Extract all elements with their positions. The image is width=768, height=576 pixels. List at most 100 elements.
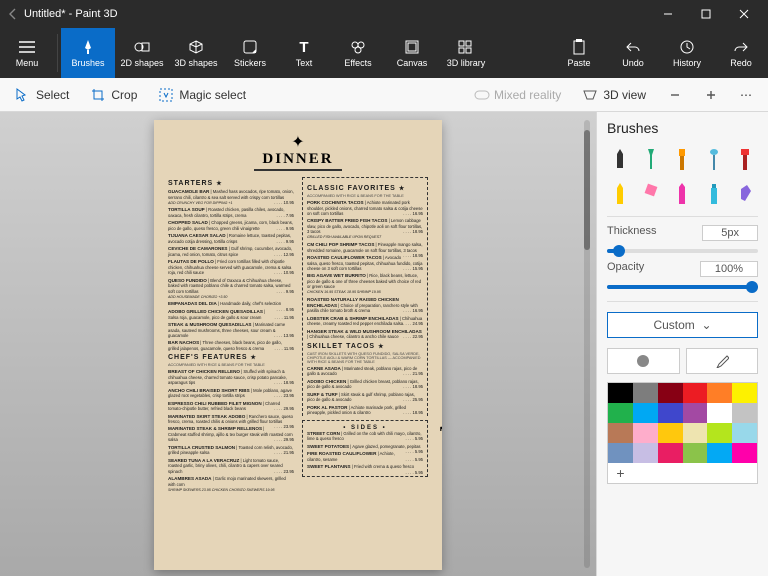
add-color-button[interactable]: + (608, 463, 633, 483)
tab-canvas[interactable]: Canvas (385, 28, 439, 78)
sub-toolbar: Select Crop Magic select Mixed reality 3… (0, 78, 768, 112)
menu-item: ALAMBRES ASADA | Garlic mojo marinated s… (168, 476, 294, 492)
menu-item: CM CHILI POP SHRIMP TACOS | Pineapple ma… (307, 242, 423, 253)
brush-calligraphy[interactable] (638, 146, 663, 174)
brush-eraser[interactable] (638, 180, 663, 208)
menu-item: SWEET PLANTAINS | Fried with crema & que… (307, 464, 423, 470)
eyedropper-button[interactable] (686, 348, 759, 374)
menu-item: STEAK & MUSHROOM QUESADILLAS | Marinated… (168, 322, 294, 338)
canvas-document[interactable]: ✦ DINNER STARTERS★ GUACAMOLE BAR | Mashe… (154, 120, 442, 570)
back-icon[interactable] (6, 7, 20, 21)
canvas-area[interactable]: ✦ DINNER STARTERS★ GUACAMOLE BAR | Mashe… (0, 112, 596, 576)
color-swatch[interactable] (707, 403, 732, 423)
color-swatch[interactable] (732, 403, 757, 423)
3d-view-button[interactable]: 3D view (575, 84, 654, 106)
menu-item: BIG AGAVE WET BURRITO | Rice, black bean… (307, 273, 423, 295)
menu-item: STREET CORN | Grilled on the cob with ch… (307, 431, 423, 442)
material-dropdown[interactable]: Custom ⌄ (607, 312, 758, 338)
ribbon: Menu Brushes 2D shapes 3D shapes Sticker… (0, 28, 768, 78)
crop-tool[interactable]: Crop (83, 84, 145, 106)
zoom-in-button[interactable] (696, 84, 726, 106)
color-swatch[interactable] (608, 403, 633, 423)
color-swatch[interactable] (683, 403, 708, 423)
menu-item: ROASTED NATURALLY RAISED CHICKEN ENCHILA… (307, 297, 423, 314)
menu-item: SEARED TUNA A LA VERACRUZ | Light tomato… (168, 458, 294, 474)
brush-pencil[interactable] (607, 180, 632, 208)
brush-spray[interactable] (701, 180, 726, 208)
color-swatch[interactable] (707, 423, 732, 443)
brush-fill[interactable] (733, 180, 758, 208)
color-swatch[interactable] (608, 443, 633, 463)
menu-item: CRISPY BATTER FRIED FISH TACOS | Lemon c… (307, 218, 423, 240)
menu-item: LOBSTER CRAB & SHRIMP ENCHILADAS | Chihu… (307, 316, 423, 327)
brush-grid (607, 146, 758, 208)
color-swatch[interactable] (658, 443, 683, 463)
section-starters: STARTERS★ (168, 180, 294, 187)
tab-stickers[interactable]: Stickers (223, 28, 277, 78)
color-swatch[interactable] (658, 383, 683, 403)
color-swatch[interactable] (608, 383, 633, 403)
section-chefs: CHEF'S FEATURES★ (168, 354, 294, 361)
menu-item: FLAUTAS DE POLLO | Fried corn tortillas … (168, 259, 294, 275)
color-swatch[interactable] (608, 423, 633, 443)
color-swatch[interactable] (633, 443, 658, 463)
tab-3d-shapes[interactable]: 3D shapes (169, 28, 223, 78)
thickness-value: 5px (702, 225, 758, 241)
tab-2d-shapes[interactable]: 2D shapes (115, 28, 169, 78)
brush-crayon[interactable] (670, 180, 695, 208)
color-swatch[interactable] (707, 443, 732, 463)
section-skillet: SKILLET TACOS★ (307, 343, 423, 350)
select-tool[interactable]: Select (8, 84, 77, 106)
canvas-scrollbar[interactable] (584, 120, 590, 568)
color-swatch[interactable] (732, 383, 757, 403)
brush-oil[interactable] (670, 146, 695, 174)
panel-title: Brushes (607, 120, 758, 136)
tab-3d-library[interactable]: 3D library (439, 28, 493, 78)
color-swatch[interactable] (707, 383, 732, 403)
history-button[interactable]: History (660, 28, 714, 78)
thickness-slider[interactable] (607, 249, 758, 253)
menu-item: CHOPPED SALAD | Chopped greens, jicama, … (168, 220, 294, 231)
tab-effects[interactable]: Effects (331, 28, 385, 78)
magic-select-tool[interactable]: Magic select (151, 84, 254, 106)
menu-item: PORK AL PASTOR | Achiote marinade pork, … (307, 405, 423, 416)
minimize-button[interactable] (650, 0, 686, 28)
color-swatch[interactable] (658, 403, 683, 423)
color-swatch[interactable] (683, 443, 708, 463)
undo-button[interactable]: Undo (606, 28, 660, 78)
color-swatch[interactable] (633, 423, 658, 443)
mixed-reality-button: Mixed reality (466, 84, 569, 106)
material-matte[interactable] (607, 348, 680, 374)
color-swatch[interactable] (732, 423, 757, 443)
menu-item: BAR NACHOS | Three cheeses, black beans,… (168, 340, 294, 351)
menu-item: MARINATED SKIRT STEAK ADOBO | Ranchero s… (168, 414, 294, 425)
brush-watercolor[interactable] (701, 146, 726, 174)
paste-button[interactable]: Paste (552, 28, 606, 78)
menu-item: TORTILLA CRUSTED SALMON | Toasted corn r… (168, 445, 294, 456)
redo-button[interactable]: Redo (714, 28, 768, 78)
more-button[interactable]: ⋯ (732, 84, 760, 106)
color-swatch[interactable] (658, 423, 683, 443)
color-swatch[interactable] (633, 403, 658, 423)
menu-item: CARNE ASADA | Marinated steak, poblano r… (307, 366, 423, 377)
title-bar: Untitled* - Paint 3D (0, 0, 768, 28)
tab-text[interactable]: TText (277, 28, 331, 78)
color-swatch[interactable] (633, 383, 658, 403)
brush-marker[interactable] (607, 146, 632, 174)
brush-pixel[interactable] (733, 146, 758, 174)
ornament-icon: ✦ (168, 132, 428, 152)
opacity-slider[interactable] (607, 285, 758, 289)
zoom-out-button[interactable] (660, 84, 690, 106)
color-swatch[interactable] (732, 443, 757, 463)
menu-item: QUESO FUNDIDO | Blend of Oaxaca & Chihua… (168, 278, 294, 300)
menu-item: SURF & TURF | Skirt steak & gulf shrimp,… (307, 392, 423, 403)
menu-item: TIJUANA CAESAR SALAD | Romaine lettuce, … (168, 233, 294, 244)
close-button[interactable] (726, 0, 762, 28)
color-swatch[interactable] (683, 383, 708, 403)
tab-brushes[interactable]: Brushes (61, 28, 115, 78)
brushes-panel: Brushes Thickness5px Opacity100% Custom … (596, 112, 768, 576)
maximize-button[interactable] (688, 0, 724, 28)
menu-item: HANGER STEAK & WILD MUSHROOM ENCHILADAS … (307, 329, 423, 340)
menu-button[interactable]: Menu (0, 28, 54, 78)
color-swatch[interactable] (683, 423, 708, 443)
